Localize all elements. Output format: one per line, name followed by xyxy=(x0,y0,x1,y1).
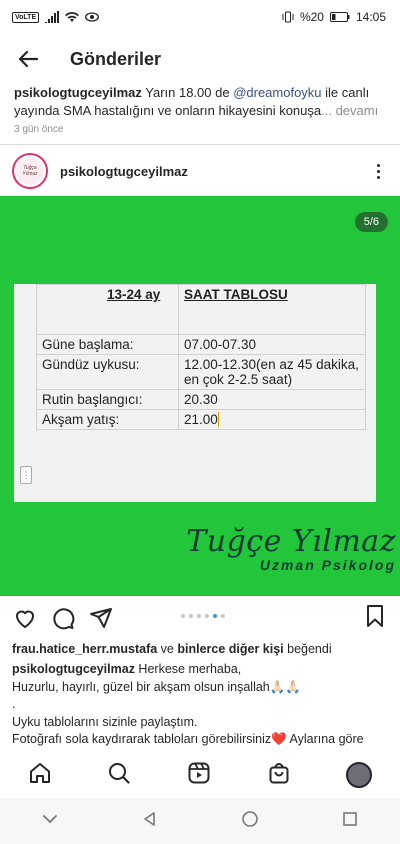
caption-line: Uyku tablolarını sizinle paylaştım. xyxy=(12,714,198,729)
battery-icon xyxy=(329,12,350,22)
more-link[interactable]: ... devamı xyxy=(321,103,378,118)
page-title: Gönderiler xyxy=(70,48,162,69)
nav-profile-avatar[interactable] xyxy=(346,762,373,788)
liker-username[interactable]: frau.hatice_herr.mustafa xyxy=(12,642,157,656)
signature-name: Tuğçe Yılmaz xyxy=(186,524,396,559)
table-cell-label: Güne başlama: xyxy=(36,334,179,355)
table-row: Akşam yatış: 21.00 xyxy=(36,409,366,430)
mention-link[interactable]: @dreamofoyku xyxy=(233,85,321,100)
share-button[interactable] xyxy=(88,605,114,631)
like-button[interactable] xyxy=(12,605,38,631)
table-header-schedule: SAAT TABLOSU xyxy=(178,284,366,335)
bottom-nav xyxy=(0,752,400,798)
previous-caption-text-1: Yarın 18.00 de xyxy=(141,85,234,100)
carousel-dots xyxy=(181,614,225,618)
signal-icon xyxy=(45,11,60,23)
back-button[interactable] xyxy=(14,45,42,73)
post-actions xyxy=(0,602,400,634)
send-icon xyxy=(90,608,112,628)
avatar-logo: Tuğçe Yılmaz xyxy=(16,157,44,185)
divider xyxy=(0,144,400,145)
signature-subtitle: Uzman Psikolog xyxy=(259,557,396,573)
likes-connector: ve xyxy=(157,642,178,656)
search-icon xyxy=(109,762,130,784)
table-row: Rutin başlangıcı: 20.30 xyxy=(36,389,366,410)
status-bar: VoLTE %20 14:05 xyxy=(0,0,400,34)
clock: 14:05 xyxy=(355,10,386,24)
arrow-left-icon xyxy=(18,50,39,68)
system-home-button[interactable] xyxy=(241,810,259,833)
caption-line: Fotoğrafı sola kaydırarak tabloları göre… xyxy=(12,732,364,746)
volte-indicator: VoLTE xyxy=(12,11,40,23)
post-header: Tuğçe Yılmaz psikologtugceyilmaz xyxy=(0,147,400,195)
post-caption: psikologtugceyilmaz Herkese merhaba, Huz… xyxy=(12,661,392,749)
nav-collapse-button[interactable] xyxy=(41,810,59,833)
heart-icon xyxy=(16,610,34,628)
drag-handle-icon: ⋮ xyxy=(20,466,32,484)
carousel-dot xyxy=(189,614,193,618)
carousel-dot xyxy=(181,614,185,618)
table-cell-value-wrap: 21.00 xyxy=(178,409,366,430)
caption-line: . xyxy=(12,697,16,711)
table-cell-value: 21.00 xyxy=(184,412,219,427)
table-cell-label: Rutin başlangıcı: xyxy=(36,389,179,410)
table-cell-value: 07.00-07.30 xyxy=(178,334,366,355)
previous-post-username[interactable]: psikologtugceyilmaz xyxy=(14,85,142,100)
table-header-row: 13-24 ay SAAT TABLOSU xyxy=(36,284,366,335)
wifi-icon xyxy=(65,12,80,22)
carousel-dot xyxy=(197,614,201,618)
likes-line: frau.hatice_herr.mustafa ve binlerce diğ… xyxy=(12,642,332,656)
battery-percent: %20 xyxy=(299,10,324,24)
signature: Tuğçe Yılmaz Uzman Psikolog xyxy=(186,524,396,573)
system-recents-button[interactable] xyxy=(341,810,359,833)
caption-line: Herkese merhaba, xyxy=(134,662,242,676)
reels-icon xyxy=(188,762,210,783)
nav-search[interactable] xyxy=(107,761,131,790)
square-recents-icon xyxy=(343,811,357,826)
shopping-bag-icon xyxy=(269,762,289,783)
table-cell-label: Akşam yatış: xyxy=(36,409,179,430)
nav-shop[interactable] xyxy=(267,761,291,790)
chevron-down-icon xyxy=(43,814,57,823)
nav-reels[interactable] xyxy=(187,761,211,790)
bookmark-icon xyxy=(367,605,383,627)
home-icon xyxy=(29,762,50,783)
carousel-dot xyxy=(213,614,217,618)
system-back-button[interactable] xyxy=(141,810,159,833)
save-button[interactable] xyxy=(364,604,386,633)
carousel-dot xyxy=(205,614,209,618)
schedule-table: 13-24 ay SAAT TABLOSU Güne başlama: 07.0… xyxy=(36,284,366,430)
likes-suffix: beğendi xyxy=(283,642,332,656)
carousel-dot xyxy=(221,614,225,618)
table-header-age: 13-24 ay xyxy=(36,284,179,335)
circle-home-icon xyxy=(242,810,258,827)
post-timestamp: 3 gün önce xyxy=(14,124,64,135)
previous-post-caption: psikologtugceyilmaz Yarın 18.00 de @drea… xyxy=(0,84,400,120)
more-options-icon[interactable] xyxy=(368,163,388,179)
avatar[interactable]: Tuğçe Yılmaz xyxy=(12,153,48,189)
page-indicator: 5/6 xyxy=(354,212,388,232)
schedule-sheet: ⋮ 13-24 ay SAAT TABLOSU Güne başlama: 07… xyxy=(14,284,376,502)
post-username[interactable]: psikologtugceyilmaz xyxy=(60,164,368,179)
likes-others-link[interactable]: binlerce diğer kişi xyxy=(177,642,283,656)
comment-icon xyxy=(53,608,75,630)
table-cell-value: 12.00-12.30(en az 45 dakika, en çok 2-2.… xyxy=(178,354,366,390)
table-cell-value: 20.30 xyxy=(178,389,366,410)
table-row: Gündüz uykusu: 12.00-12.30(en az 45 daki… xyxy=(36,354,366,390)
caption-line: Huzurlu, hayırlı, güzel bir akşam olsun … xyxy=(12,679,301,694)
table-row: Güne başlama: 07.00-07.30 xyxy=(36,334,366,355)
triangle-back-icon xyxy=(144,811,155,826)
app-bar: Gönderiler xyxy=(0,34,400,84)
table-cell-label: Gündüz uykusu: xyxy=(36,354,179,390)
vibrate-icon xyxy=(282,11,294,23)
eye-icon xyxy=(85,12,100,22)
caption-username[interactable]: psikologtugceyilmaz xyxy=(12,662,135,676)
system-nav-bar xyxy=(0,798,400,844)
nav-home[interactable] xyxy=(28,761,52,790)
comment-button[interactable] xyxy=(50,605,76,631)
post-image[interactable]: 5/6 ⋮ 13-24 ay SAAT TABLOSU Güne başlama… xyxy=(0,196,400,596)
